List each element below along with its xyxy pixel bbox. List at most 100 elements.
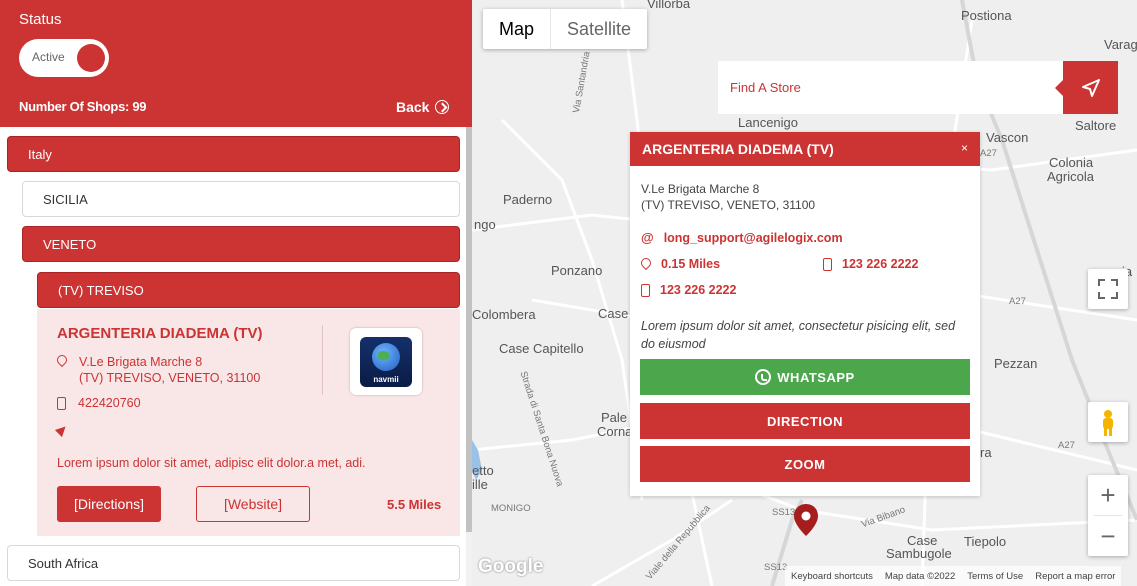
info-phone-2-text: 123 226 2222	[660, 283, 737, 297]
map-label: Agricola	[1047, 169, 1094, 184]
tree-item-italy[interactable]: Italy	[7, 136, 460, 172]
shop-phone: 422420760	[57, 396, 141, 410]
tree-item-label: (TV) TREVISO	[58, 282, 144, 298]
terms-link[interactable]: Terms of Use	[967, 571, 1023, 582]
road-shield: A27	[1009, 296, 1026, 307]
google-logo: Google	[478, 556, 544, 577]
status-toggle-label: Active	[32, 50, 65, 64]
store-locator: Status Active Number Of Shops: 99 Back I…	[0, 0, 1137, 586]
zoom-in-button[interactable]: +	[1088, 475, 1128, 515]
shop-address-line2: (TV) TREVISO, VENETO, 31100	[79, 371, 261, 385]
map-label: Pale	[601, 410, 628, 425]
status-toggle[interactable]: Active	[19, 39, 109, 77]
info-phone-1[interactable]: 123 226 2222	[823, 257, 918, 271]
map-label: Varag	[1104, 37, 1137, 52]
info-email[interactable]: @ long_support@agilelogix.com	[641, 230, 843, 245]
road-shield: A27	[1058, 440, 1075, 451]
road-shield: SS13	[772, 507, 796, 518]
map-label: Lancenigo	[738, 115, 798, 130]
back-button[interactable]: Back	[396, 99, 450, 115]
map-type-satellite[interactable]: Satellite	[550, 9, 647, 49]
info-email-text: long_support@agilelogix.com	[663, 230, 843, 245]
map-label: ille	[472, 477, 488, 492]
shop-phone-text: 422420760	[78, 396, 141, 410]
tree-item-label: SICILIA	[43, 191, 88, 207]
whatsapp-icon	[755, 369, 772, 385]
fullscreen-icon	[1098, 279, 1118, 299]
report-error-link[interactable]: Report a map error	[1035, 571, 1115, 582]
zoom-label: ZOOM	[784, 456, 826, 472]
divider	[322, 325, 323, 395]
shop-address-text: V.Le Brigata Marche 8 (TV) TREVISO, VENE…	[79, 354, 260, 386]
toggle-knob	[77, 44, 105, 72]
shop-distance: 5.5 Miles	[387, 497, 442, 512]
tree-item-south-africa[interactable]: South Africa	[7, 545, 460, 581]
back-label: Back	[396, 99, 430, 115]
map-label: MONIGO	[491, 503, 531, 514]
tree-item-label: South Africa	[28, 555, 99, 571]
send-icon	[1082, 79, 1100, 97]
compass-icon	[435, 100, 450, 114]
map-label: Case Capitello	[499, 341, 584, 356]
store-info-window: ARGENTERIA DIADEMA (TV) × V.Le Brigata M…	[630, 132, 980, 496]
zoom-button[interactable]: ZOOM	[640, 446, 970, 482]
info-description: Lorem ipsum dolor sit amet, consectetur …	[641, 319, 956, 351]
map-label: Case	[598, 306, 629, 321]
tree-item-veneto[interactable]: VENETO	[22, 226, 460, 262]
map-label: Saltore	[1075, 118, 1117, 133]
map[interactable]: Villorba Postiona Varag Lancenigo Saltor…	[472, 0, 1137, 586]
street-view-button[interactable]	[1088, 402, 1128, 442]
website-button[interactable]: [Website]	[196, 486, 310, 522]
info-window-title: ARGENTERIA DIADEMA (TV)	[642, 141, 834, 157]
info-address-line1: V.Le Brigata Marche 8	[641, 182, 760, 196]
keyboard-shortcuts-link[interactable]: Keyboard shortcuts	[791, 571, 873, 582]
panel-header: Status Active Number Of Shops: 99 Back	[0, 0, 472, 127]
tree-item-treviso[interactable]: (TV) TREVISO	[37, 272, 460, 308]
map-label: Postiona	[961, 8, 1012, 23]
email-icon: @	[641, 230, 654, 245]
map-label: Colonia	[1049, 155, 1094, 170]
status-label: Status	[19, 11, 62, 28]
map-type-control: Map Satellite	[483, 9, 648, 49]
phone-icon	[57, 397, 66, 410]
direction-button[interactable]: DIRECTION	[640, 403, 970, 439]
shop-address-line1: V.Le Brigata Marche 8	[79, 355, 203, 369]
shop-card[interactable]: ARGENTERIA DIADEMA (TV) V.Le Brigata Mar…	[37, 309, 460, 536]
zoom-control: + −	[1088, 475, 1128, 556]
zoom-out-button[interactable]: −	[1088, 516, 1128, 556]
map-label: Villorba	[647, 0, 691, 11]
location-pin-icon	[641, 258, 651, 271]
map-data-text: Map data ©2022	[884, 570, 956, 582]
info-phone-2[interactable]: 123 226 2222	[641, 283, 736, 297]
tree-item-sicilia[interactable]: SICILIA	[22, 181, 460, 217]
info-phone-1-text: 123 226 2222	[842, 257, 919, 271]
map-label: Sambugole	[886, 546, 952, 561]
store-search	[718, 61, 1063, 114]
map-label: Colombera	[472, 307, 536, 322]
map-type-map[interactable]: Map	[483, 9, 550, 49]
road-shield: A27	[980, 148, 997, 159]
store-search-input[interactable]	[718, 61, 1063, 114]
map-label: Pezzan	[994, 356, 1038, 371]
close-icon[interactable]: ×	[961, 141, 968, 155]
map-label: Paderno	[503, 192, 553, 207]
logo-text: navmii	[373, 374, 399, 384]
map-label: etto	[472, 463, 494, 478]
tree-item-label: VENETO	[43, 236, 97, 252]
fullscreen-button[interactable]	[1088, 269, 1128, 309]
tree-item-label: Italy	[28, 146, 52, 162]
map-marker-icon[interactable]	[793, 503, 819, 537]
whatsapp-button[interactable]: WHATSAPP	[640, 359, 970, 395]
map-attribution: Keyboard shortcuts Map data ©2022 Terms …	[785, 566, 1122, 586]
road-shield: SS13	[764, 562, 788, 573]
info-window-address: V.Le Brigata Marche 8 (TV) TREVISO, VENE…	[641, 181, 815, 213]
map-label: Vascon	[986, 130, 1029, 145]
search-button[interactable]	[1055, 61, 1118, 114]
shop-name: ARGENTERIA DIADEMA (TV)	[57, 325, 263, 342]
phone-icon	[641, 284, 650, 297]
navigation-arrow-icon	[54, 422, 70, 438]
directions-button[interactable]: [Directions]	[57, 486, 161, 522]
location-pin-icon	[57, 355, 67, 368]
shop-navigate[interactable]	[54, 422, 70, 438]
map-label: Ponzano	[551, 263, 603, 278]
